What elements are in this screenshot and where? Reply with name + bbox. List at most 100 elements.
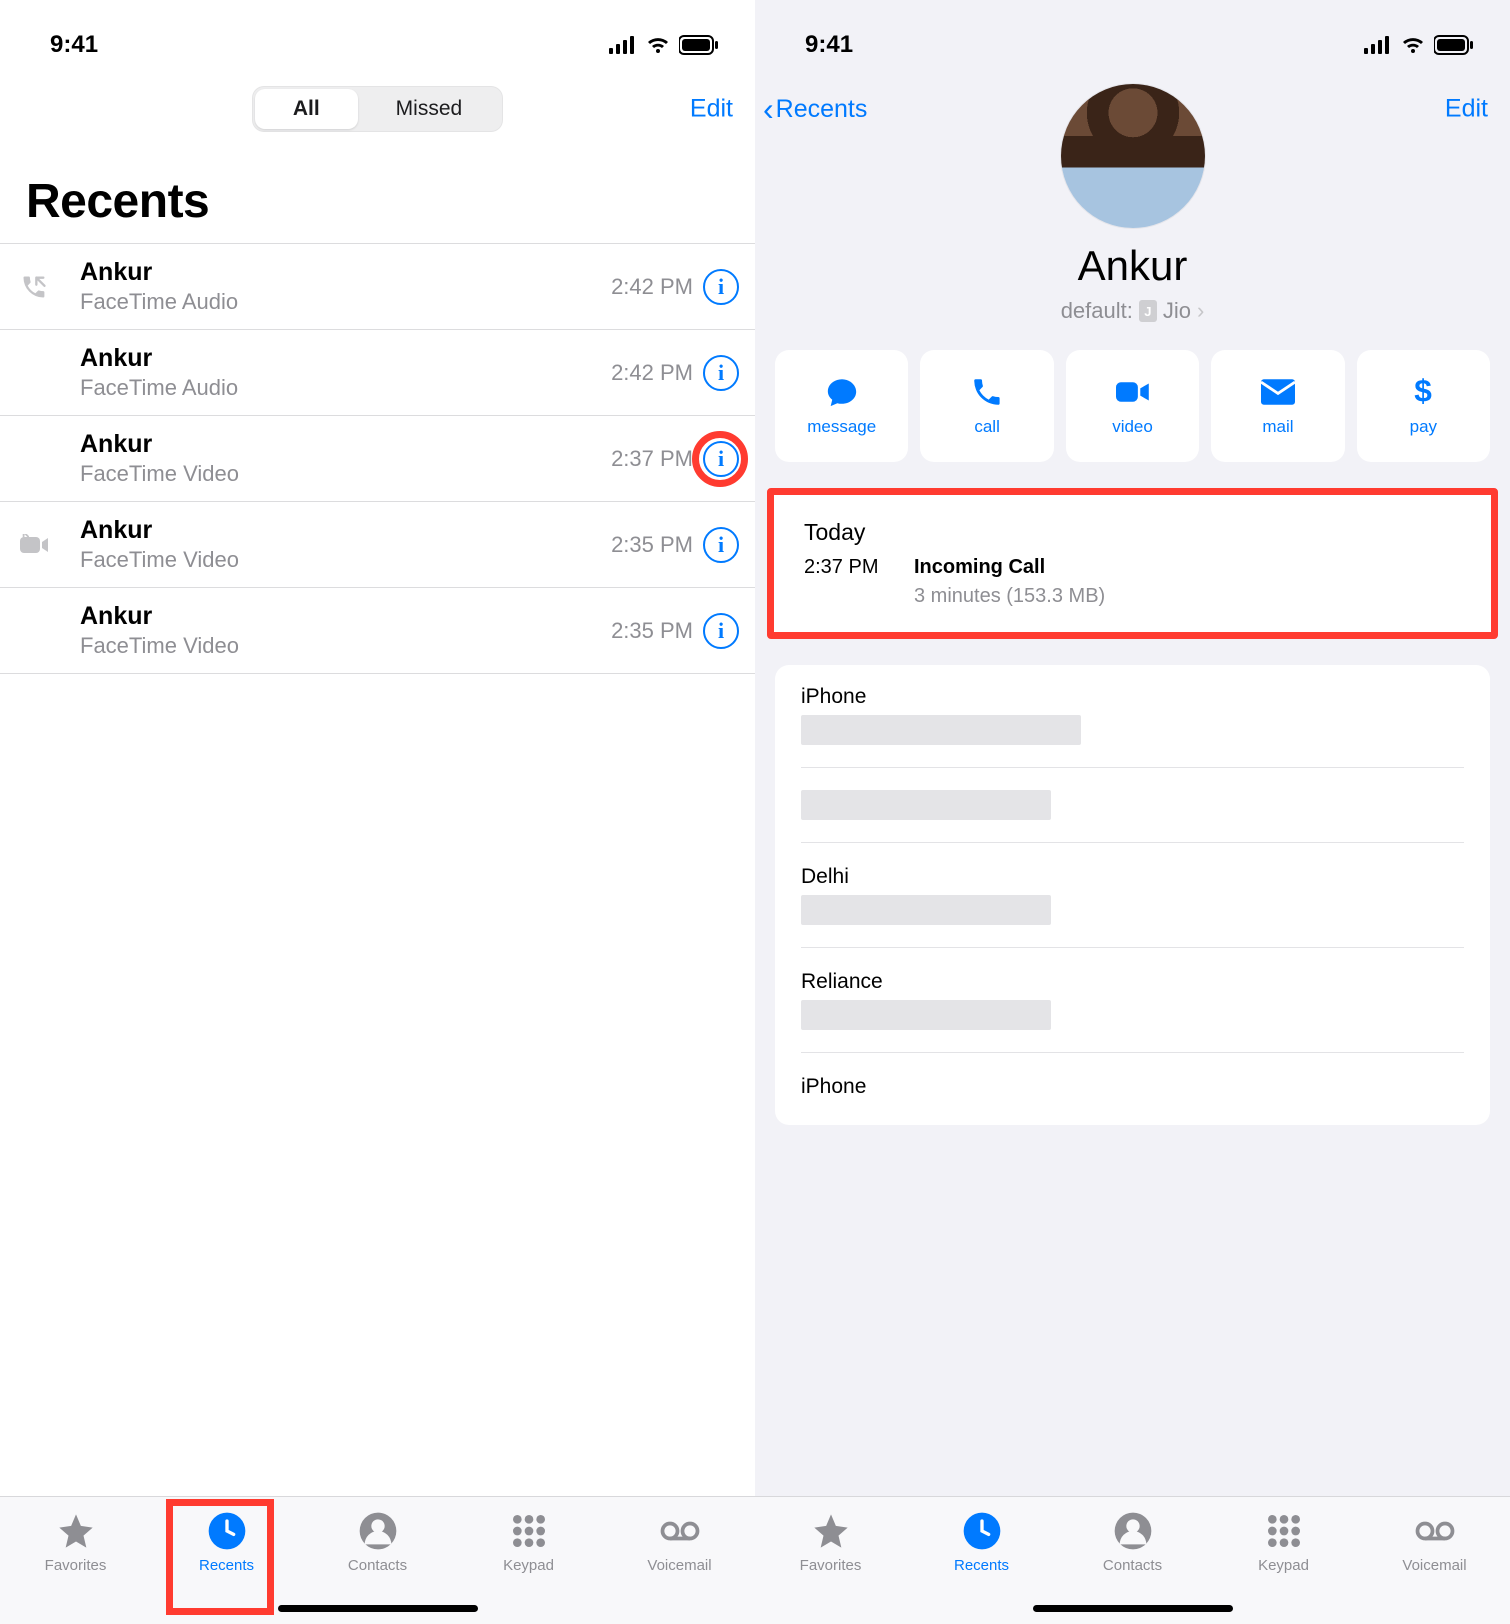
info-button[interactable]: i: [703, 355, 739, 391]
star-icon: [56, 1511, 96, 1551]
tab-bar: Favorites Recents Contacts Keypad Voicem…: [755, 1496, 1510, 1624]
tab-voicemail[interactable]: Voicemail: [1359, 1497, 1510, 1624]
info-button[interactable]: i: [703, 269, 739, 305]
call-subtitle: FaceTime Video: [80, 547, 611, 573]
call-list: Ankur FaceTime Audio 2:42 PM i Ankur Fac…: [0, 243, 755, 674]
call-name: Ankur: [80, 516, 611, 545]
keypad-icon: [1264, 1511, 1304, 1551]
back-button[interactable]: ‹ Recents: [763, 93, 867, 125]
contact-actions: message call video mail $ pay: [755, 350, 1510, 462]
tab-bar: Favorites Recents Contacts Keypad Voicem…: [0, 1496, 755, 1624]
wifi-icon: [645, 35, 671, 55]
outgoing-call-icon: [26, 273, 80, 301]
cellular-icon: [609, 36, 637, 54]
call-time: 2:42 PM: [611, 360, 693, 386]
call-subtitle: FaceTime Video: [80, 461, 611, 487]
call-time: 2:37 PM: [611, 446, 693, 472]
tab-favorites[interactable]: Favorites: [755, 1497, 906, 1624]
phone-contact-detail: 9:41 ‹ Recents Edit Ankur default: J Jio…: [755, 0, 1510, 1624]
call-log-time: 2:37 PM: [804, 556, 900, 608]
call-subtitle: FaceTime Audio: [80, 375, 611, 401]
clock-icon: [207, 1511, 247, 1551]
action-call[interactable]: call: [920, 350, 1053, 462]
dollar-icon: $: [1406, 375, 1440, 409]
call-time: 2:35 PM: [611, 532, 693, 558]
call-name: Ankur: [80, 430, 611, 459]
status-bar: 9:41: [0, 0, 755, 78]
tab-voicemail[interactable]: Voicemail: [604, 1497, 755, 1624]
action-video[interactable]: video: [1066, 350, 1199, 462]
person-icon: [358, 1511, 398, 1551]
call-time: 2:35 PM: [611, 618, 693, 644]
svg-text:$: $: [1415, 375, 1433, 409]
filter-segmented-control: All Missed: [252, 86, 503, 132]
call-row[interactable]: Ankur FaceTime Audio 2:42 PM i: [0, 329, 755, 415]
segment-missed[interactable]: Missed: [358, 89, 501, 129]
call-row[interactable]: Ankur FaceTime Video 2:35 PM i: [0, 587, 755, 674]
today-heading: Today: [804, 519, 1461, 546]
status-time: 9:41: [805, 31, 853, 59]
nav-row: All Missed Edit: [0, 78, 755, 140]
status-indicators: [1364, 35, 1474, 55]
call-row[interactable]: Ankur FaceTime Video 2:35 PM i: [0, 501, 755, 587]
home-indicator: [1033, 1605, 1233, 1612]
info-button[interactable]: i: [703, 527, 739, 563]
wifi-icon: [1400, 35, 1426, 55]
action-mail[interactable]: mail: [1211, 350, 1344, 462]
call-name: Ankur: [80, 344, 611, 373]
tab-favorites[interactable]: Favorites: [0, 1497, 151, 1624]
redacted-value: [801, 895, 1051, 925]
redacted-value: [801, 1000, 1051, 1030]
status-time: 9:41: [50, 31, 98, 59]
person-icon: [1113, 1511, 1153, 1551]
chevron-right-icon: ›: [1197, 298, 1204, 324]
call-name: Ankur: [80, 602, 611, 631]
call-name: Ankur: [80, 258, 611, 287]
edit-button[interactable]: Edit: [1445, 95, 1488, 124]
info-button[interactable]: i: [703, 441, 739, 477]
contact-name: Ankur: [781, 242, 1484, 290]
info-button[interactable]: i: [703, 613, 739, 649]
action-message[interactable]: message: [775, 350, 908, 462]
phone-label: Delhi: [801, 865, 1464, 889]
outgoing-video-icon: [26, 534, 80, 556]
sim-badge-icon: J: [1139, 300, 1157, 322]
call-subtitle: FaceTime Video: [80, 633, 611, 659]
mail-icon: [1261, 375, 1295, 409]
call-log-today-card: Today 2:37 PM Incoming Call 3 minutes (1…: [767, 488, 1498, 639]
call-log-type: Incoming Call: [914, 556, 1105, 579]
edit-button[interactable]: Edit: [690, 95, 733, 124]
status-bar: 9:41: [755, 0, 1510, 78]
battery-icon: [1434, 35, 1474, 55]
nav-row: ‹ Recents Edit: [755, 78, 1510, 140]
call-log-detail: 3 minutes (153.3 MB): [914, 585, 1105, 608]
phone-label: iPhone: [801, 685, 1464, 709]
status-indicators: [609, 35, 719, 55]
battery-icon: [679, 35, 719, 55]
contact-numbers-card: iPhone Delhi Reliance iPhone: [775, 665, 1490, 1125]
call-row[interactable]: Ankur FaceTime Audio 2:42 PM i: [0, 243, 755, 329]
call-subtitle: FaceTime Audio: [80, 289, 611, 315]
voicemail-icon: [1415, 1511, 1455, 1551]
message-icon: [825, 375, 859, 409]
phone-label: Reliance: [801, 970, 1464, 994]
video-icon: [1116, 375, 1150, 409]
phone-recents-list: 9:41 All Missed Edit Recents Ankur FaceT…: [0, 0, 755, 1624]
cellular-icon: [1364, 36, 1392, 54]
redacted-value: [801, 790, 1051, 820]
redacted-value: [801, 715, 1081, 745]
star-icon: [811, 1511, 851, 1551]
phone-icon: [970, 375, 1004, 409]
call-row[interactable]: Ankur FaceTime Video 2:37 PM i: [0, 415, 755, 501]
phone-label: iPhone: [801, 1075, 1464, 1099]
clock-icon: [962, 1511, 1002, 1551]
voicemail-icon: [660, 1511, 700, 1551]
home-indicator: [278, 1605, 478, 1612]
action-pay[interactable]: $ pay: [1357, 350, 1490, 462]
default-sim-selector[interactable]: default: J Jio ›: [781, 298, 1484, 324]
keypad-icon: [509, 1511, 549, 1551]
page-title: Recents: [0, 140, 755, 243]
segment-all[interactable]: All: [255, 89, 358, 129]
call-time: 2:42 PM: [611, 274, 693, 300]
chevron-left-icon: ‹: [763, 93, 774, 125]
